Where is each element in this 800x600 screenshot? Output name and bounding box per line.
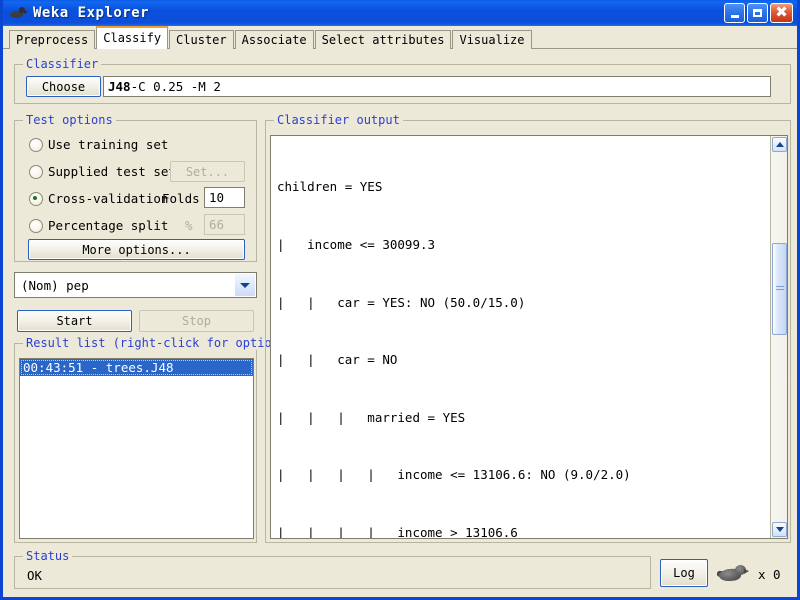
minimize-button[interactable] (724, 3, 745, 23)
tab-cluster[interactable]: Cluster (169, 30, 234, 49)
choose-button[interactable]: Choose (26, 76, 101, 97)
result-list[interactable]: 00:43:51 - trees.J48 (19, 358, 254, 539)
output-line: | | car = NO (277, 352, 398, 368)
tab-select-attributes[interactable]: Select attributes (314, 30, 452, 49)
title-bar: Weka Explorer ✖ (3, 0, 797, 26)
output-line: | | | | income <= 13106.6: NO (9.0/2.0) (277, 467, 631, 483)
log-button[interactable]: Log (660, 559, 708, 587)
radio-supplied-test-set-indicator (29, 164, 43, 179)
window-controls: ✖ (724, 3, 793, 23)
radio-cross-validation-label: Cross-validation (48, 191, 169, 206)
tab-associate[interactable]: Associate (234, 30, 314, 49)
list-item[interactable]: 00:43:51 - trees.J48 (20, 359, 253, 376)
classifier-output-textarea[interactable]: children = YES | income <= 30099.3 | | c… (270, 135, 788, 539)
status-legend: Status (23, 549, 73, 563)
result-list-legend: Result list (right-click for options) (23, 336, 297, 350)
stop-button[interactable]: Stop (139, 310, 254, 332)
test-options-panel: Test options Use training set Supplied t… (14, 113, 257, 262)
classifier-panel-legend: Classifier (23, 57, 102, 71)
output-line: | income <= 30099.3 (277, 237, 436, 252)
output-line: | | | married = YES (277, 409, 466, 425)
radio-percentage-split-label: Percentage split (48, 218, 169, 233)
folds-input[interactable]: 10 (204, 187, 245, 208)
class-attribute-select[interactable]: (Nom) pep (14, 272, 257, 298)
radio-cross-validation[interactable]: Cross-validation (29, 191, 168, 206)
classifier-output-text: children = YES | income <= 30099.3 | | c… (277, 139, 769, 539)
output-line: | | car = YES: NO (50.0/15.0) (277, 294, 526, 310)
tab-classify[interactable]: Classify (96, 26, 169, 49)
start-button[interactable]: Start (17, 310, 132, 332)
classifier-scheme-field[interactable]: J48 -C 0.25 -M 2 (103, 76, 771, 97)
classifier-scheme-name: J48 (108, 79, 131, 94)
scrollbar-thumb[interactable] (772, 243, 787, 335)
classifier-output-legend: Classifier output (274, 113, 403, 127)
radio-use-training-set[interactable]: Use training set (29, 137, 168, 152)
class-attribute-value: (Nom) pep (21, 277, 89, 293)
radio-percentage-split[interactable]: Percentage split (29, 218, 168, 233)
set-button[interactable]: Set... (170, 161, 245, 182)
weka-explorer-window: Weka Explorer ✖ Preprocess Classify Clus… (0, 0, 800, 600)
window-title: Weka Explorer (33, 5, 150, 21)
chevron-down-icon[interactable] (234, 274, 255, 296)
output-line: | | | | income > 13106.6 (277, 524, 518, 539)
percent-label: % (185, 218, 193, 233)
radio-use-training-set-label: Use training set (48, 137, 169, 152)
weka-bird-animation-icon (716, 562, 749, 584)
radio-supplied-test-set[interactable]: Supplied test set (29, 164, 176, 179)
main-tab-bar: Preprocess Classify Cluster Associate Se… (3, 26, 797, 49)
output-line: children = YES (277, 179, 383, 195)
scroll-up-icon[interactable] (772, 137, 787, 152)
status-message: OK (27, 568, 43, 583)
tab-visualize[interactable]: Visualize (452, 30, 532, 49)
weka-bird-icon (9, 5, 28, 21)
bird-count-label: x 0 (758, 567, 781, 582)
result-list-panel: Result list (right-click for options) 00… (14, 336, 297, 543)
classifier-scheme-options: -C 0.25 -M 2 (130, 79, 221, 94)
minimize-icon (730, 15, 739, 18)
close-icon: ✖ (775, 3, 788, 21)
folds-label: Folds (162, 191, 200, 206)
radio-use-training-set-indicator (29, 137, 43, 152)
radio-cross-validation-indicator (29, 191, 43, 206)
tab-preprocess[interactable]: Preprocess (9, 30, 96, 49)
maximize-button[interactable] (747, 3, 768, 23)
more-options-button[interactable]: More options... (28, 239, 245, 260)
classifier-panel: Classifier Choose J48 -C 0.25 -M 2 (14, 57, 791, 104)
radio-percentage-split-indicator (29, 218, 43, 233)
test-options-legend: Test options (23, 113, 116, 127)
scroll-down-icon[interactable] (772, 522, 787, 537)
maximize-icon (753, 9, 762, 17)
close-button[interactable]: ✖ (770, 3, 793, 23)
output-vertical-scrollbar[interactable] (770, 136, 787, 538)
status-panel: Status OK (14, 549, 651, 589)
radio-supplied-test-set-label: Supplied test set (48, 164, 176, 179)
classifier-output-panel: Classifier output children = YES | incom… (265, 113, 791, 543)
percentage-split-input[interactable]: 66 (204, 214, 245, 235)
